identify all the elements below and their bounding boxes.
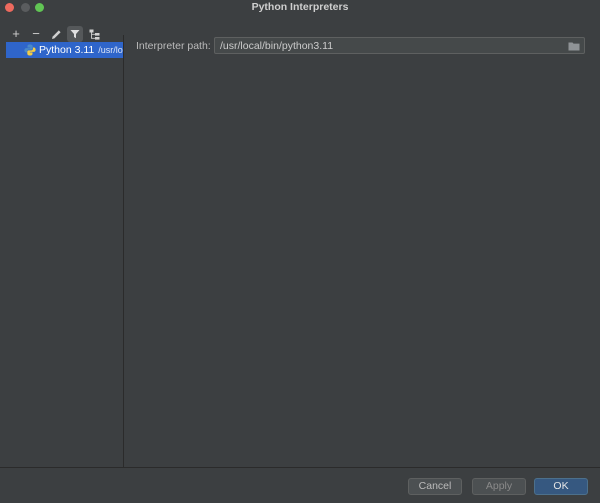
plus-icon: + <box>12 26 20 41</box>
window-title: Python Interpreters <box>251 1 349 13</box>
panel-divider[interactable] <box>123 35 124 467</box>
interpreter-path-field[interactable]: /usr/local/bin/python3.11 <box>214 37 585 54</box>
filter-icon <box>70 30 80 39</box>
interpreter-list: Python 3.11 /usr/local/bin/python3.11 <box>0 42 123 466</box>
python-icon <box>24 44 36 56</box>
add-interpreter-button[interactable]: + <box>8 26 24 42</box>
interpreter-toolbar: + − <box>0 26 124 42</box>
minus-icon: − <box>32 26 40 41</box>
apply-button[interactable]: Apply <box>472 478 526 495</box>
interpreter-path-label: Interpreter path: <box>136 40 211 52</box>
filter-button[interactable] <box>67 26 83 42</box>
pencil-icon <box>51 29 61 39</box>
title-bar: Python Interpreters <box>0 0 600 14</box>
show-paths-button[interactable] <box>86 26 102 42</box>
edit-interpreter-button[interactable] <box>48 26 64 42</box>
tree-icon <box>89 29 99 40</box>
cancel-button[interactable]: Cancel <box>408 478 462 495</box>
interpreter-path-row: Interpreter path: /usr/local/bin/python3… <box>136 37 588 55</box>
folder-icon[interactable] <box>568 41 580 51</box>
interpreter-list-item[interactable]: Python 3.11 /usr/local/bin/python3.11 <box>6 42 123 58</box>
interpreter-path: /usr/local/bin/python3.11 <box>98 45 123 55</box>
interpreter-name: Python 3.11 <box>39 44 95 56</box>
interpreter-path-value: /usr/local/bin/python3.11 <box>220 40 334 52</box>
ok-button[interactable]: OK <box>534 478 588 495</box>
remove-interpreter-button[interactable]: − <box>28 26 44 42</box>
footer-divider <box>0 467 600 468</box>
